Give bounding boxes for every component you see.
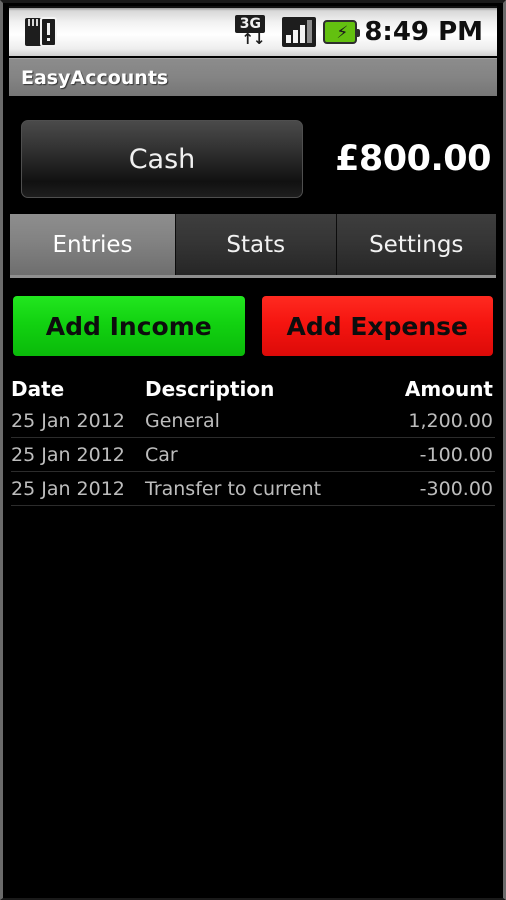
account-balance: £800.00 bbox=[335, 139, 491, 179]
account-summary-row: Cash £800.00 bbox=[3, 118, 503, 200]
cell-amount: -100.00 bbox=[419, 443, 493, 466]
charging-bolt-icon: ⚡ bbox=[336, 23, 349, 43]
column-header-description: Description bbox=[145, 377, 275, 401]
data-transfer-arrows-icon: ↑↓ bbox=[241, 30, 265, 48]
entries-table: Date Description Amount 25 Jan 2012 Gene… bbox=[3, 374, 503, 506]
app-title: EasyAccounts bbox=[21, 66, 169, 89]
status-bar-clock: 8:49 PM bbox=[364, 17, 483, 47]
table-header-row: Date Description Amount bbox=[11, 374, 495, 404]
status-bar: 3G ↑↓ ⚡ 8:49 PM bbox=[9, 6, 497, 56]
sd-card-warning-icon bbox=[25, 15, 59, 49]
cell-date: 25 Jan 2012 bbox=[11, 477, 125, 500]
tab-stats[interactable]: Stats bbox=[176, 214, 337, 275]
action-button-row: Add Income Add Expense bbox=[13, 296, 493, 356]
cell-amount: -300.00 bbox=[419, 477, 493, 500]
status-bar-icons: 3G ↑↓ ⚡ 8:49 PM bbox=[235, 15, 497, 49]
add-expense-button[interactable]: Add Expense bbox=[261, 296, 493, 356]
table-row[interactable]: 25 Jan 2012 Car -100.00 bbox=[11, 438, 495, 472]
cell-description: Car bbox=[145, 443, 178, 466]
add-income-button[interactable]: Add Income bbox=[13, 296, 245, 356]
app-title-bar: EasyAccounts bbox=[9, 58, 497, 96]
battery-charging-icon: ⚡ bbox=[323, 20, 361, 44]
cell-description: Transfer to current bbox=[145, 477, 322, 500]
signal-bars-icon bbox=[282, 17, 317, 47]
table-row[interactable]: 25 Jan 2012 General 1,200.00 bbox=[11, 404, 495, 438]
cell-date: 25 Jan 2012 bbox=[11, 443, 125, 466]
table-row[interactable]: 25 Jan 2012 Transfer to current -300.00 bbox=[11, 472, 495, 506]
cell-amount: 1,200.00 bbox=[408, 409, 493, 432]
account-selector-button[interactable]: Cash bbox=[21, 120, 303, 198]
column-header-date: Date bbox=[11, 377, 65, 401]
column-header-amount: Amount bbox=[404, 377, 493, 401]
phone-screen: 3G ↑↓ ⚡ 8:49 PM EasyAccounts Cash £800.0… bbox=[0, 0, 506, 900]
cell-date: 25 Jan 2012 bbox=[11, 409, 125, 432]
tab-entries[interactable]: Entries bbox=[10, 214, 176, 275]
tab-bar: Entries Stats Settings bbox=[10, 214, 496, 278]
cell-description: General bbox=[145, 409, 220, 432]
3g-data-icon: 3G ↑↓ bbox=[235, 15, 275, 49]
tab-settings[interactable]: Settings bbox=[336, 214, 496, 275]
